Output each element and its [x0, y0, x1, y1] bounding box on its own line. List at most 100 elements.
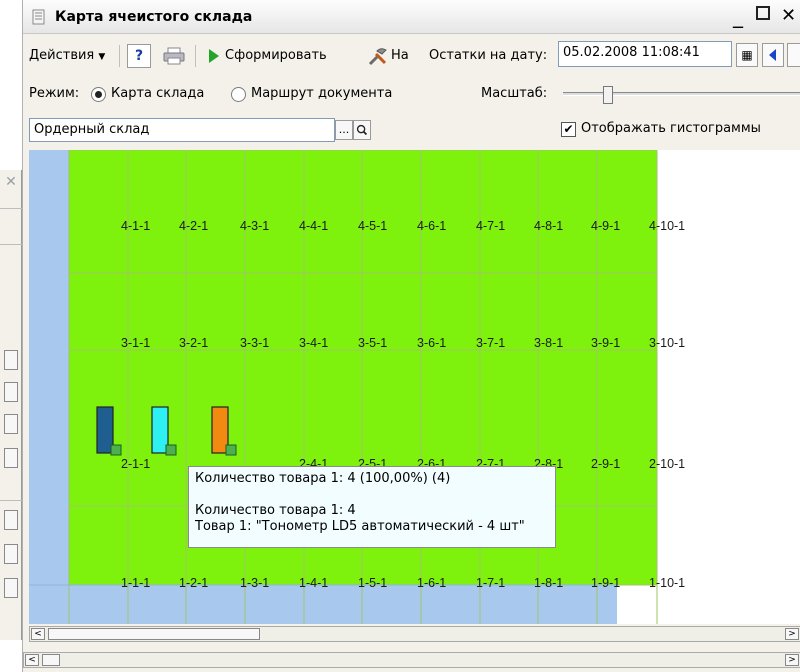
title-bar: Карта ячеистого склада _ ✕ — [23, 0, 800, 34]
tooltip-line-2: Количество товара 1: 4 — [195, 503, 356, 518]
map-cell-label: 3-3-1 — [240, 336, 269, 350]
scale-slider-track — [563, 92, 800, 96]
map-cell-label: 4-3-1 — [240, 219, 269, 233]
next-arrow-button[interactable] — [787, 43, 800, 67]
show-histograms-checkbox[interactable]: ✔ — [561, 122, 576, 137]
cell-tooltip: Количество товара 1: 4 (100,00%) (4) Кол… — [188, 466, 556, 548]
map-cell-label: 1-4-1 — [299, 576, 328, 590]
map-cell-label: 1-9-1 — [591, 576, 620, 590]
box-icon — [165, 444, 177, 456]
map-cell-label: 3-5-1 — [358, 336, 387, 350]
map-cell-label: 4-2-1 — [179, 219, 208, 233]
scroll-left-icon[interactable]: < — [31, 628, 45, 640]
background-button[interactable] — [4, 578, 18, 598]
form-button[interactable]: Сформировать — [225, 44, 327, 68]
toolbar-separator — [195, 45, 196, 67]
scale-slider[interactable] — [563, 86, 800, 104]
toolbar: Действия ▼ ? Сформировать На Остатки на … — [23, 36, 800, 76]
mode-label: Режим: — [29, 86, 80, 101]
map-cell-label: 3-1-1 — [121, 336, 150, 350]
map-cell-label: 1-8-1 — [534, 576, 563, 590]
balance-date-field[interactable]: 05.02.2008 11:08:41 — [558, 41, 732, 67]
play-icon — [209, 49, 219, 63]
map-cell-label: 1-6-1 — [417, 576, 446, 590]
background-divider — [0, 244, 22, 245]
close-button[interactable]: ✕ — [781, 5, 796, 26]
window-icon — [32, 9, 45, 25]
map-cell-label: 1-2-1 — [179, 576, 208, 590]
box-icon — [225, 444, 237, 456]
mode-route-radio[interactable] — [231, 87, 246, 102]
warehouse-select-button[interactable]: ... — [335, 120, 353, 140]
scroll-thumb[interactable] — [42, 654, 60, 666]
tooltip-spacer — [195, 487, 549, 503]
background-button[interactable] — [4, 510, 18, 530]
map-cell-label: 1-3-1 — [240, 576, 269, 590]
map-cell-label: 3-2-1 — [179, 336, 208, 350]
minimize-button[interactable]: _ — [733, 4, 743, 28]
previous-arrow-button[interactable] — [762, 43, 784, 67]
show-histograms-label[interactable]: Отображать гистограммы — [581, 121, 761, 136]
map-cell-label: 1-7-1 — [476, 576, 505, 590]
map-cell-label: 4-5-1 — [358, 219, 387, 233]
background-button[interactable] — [4, 448, 18, 468]
print-icon[interactable] — [163, 47, 185, 65]
map-cell-label: 3-10-1 — [649, 336, 685, 350]
window-title: Карта ячеистого склада — [55, 9, 253, 25]
warehouse-row: Ордерный склад ... ✔ Отображать гистогра… — [23, 118, 800, 144]
balance-date-label: Остатки на дату: — [429, 48, 548, 63]
window-horizontal-scrollbar[interactable]: < > — [23, 652, 800, 668]
map-cell-label: 4-8-1 — [534, 219, 563, 233]
background-window: ✕ — [0, 170, 22, 640]
map-cell-label: 3-8-1 — [534, 336, 563, 350]
background-close-icon[interactable]: ✕ — [3, 174, 19, 190]
map-horizontal-scrollbar[interactable]: < > — [29, 626, 800, 642]
scroll-thumb[interactable] — [48, 628, 260, 640]
search-icon[interactable] — [353, 120, 371, 140]
scroll-left-icon[interactable]: < — [25, 654, 39, 666]
tooltip-line-1: Количество товара 1: 4 (100,00%) (4) — [195, 471, 451, 486]
map-cell-label: 2-9-1 — [591, 457, 620, 471]
mode-route-label[interactable]: Маршрут документа — [251, 86, 392, 101]
na-button[interactable]: На — [391, 44, 409, 68]
mode-map-radio[interactable] — [91, 87, 106, 102]
map-cell-label: 2-10-1 — [649, 457, 685, 471]
maximize-button[interactable] — [756, 6, 770, 20]
map-cell-label: 3-4-1 — [299, 336, 328, 350]
scroll-right-icon[interactable]: > — [785, 628, 799, 640]
scroll-right-icon[interactable]: > — [785, 654, 799, 666]
map-cell-label: 3-6-1 — [417, 336, 446, 350]
mode-row: Режим: Карта склада Маршрут документа Ма… — [23, 82, 800, 108]
background-button[interactable] — [4, 544, 18, 564]
scale-label: Масштаб: — [481, 86, 548, 101]
toolbar-separator — [119, 45, 120, 67]
calendar-icon[interactable]: ▦ — [736, 43, 758, 67]
background-button[interactable] — [4, 350, 18, 370]
map-cell-label: 2-1-1 — [121, 457, 150, 471]
background-button[interactable] — [4, 414, 18, 434]
map-cell-label: 1-1-1 — [121, 576, 150, 590]
map-cell-label: 4-4-1 — [299, 219, 328, 233]
warehouse-map[interactable]: 4-1-1 4-2-1 4-3-1 4-4-1 4-5-1 4-6-1 4-7-1 4-8-1… — [29, 150, 800, 624]
mode-map-label[interactable]: Карта склада — [111, 86, 204, 101]
warehouse-map-canvas[interactable]: 4-1-1 4-2-1 4-3-1 4-4-1 4-5-1 4-6-1 4-7-1 4-8-1… — [29, 150, 800, 624]
background-divider — [0, 500, 22, 501]
map-cell-label: 4-7-1 — [476, 219, 505, 233]
background-divider — [0, 208, 22, 209]
scale-slider-thumb[interactable] — [603, 86, 613, 104]
map-cell-label: 3-9-1 — [591, 336, 620, 350]
actions-menu-button[interactable]: Действия ▼ — [29, 44, 105, 68]
map-cell-label: 1-10-1 — [649, 576, 685, 590]
tooltip-line-3: Товар 1: "Тонометр LD5 автоматический - … — [195, 519, 525, 534]
map-cell-label: 4-9-1 — [591, 219, 620, 233]
map-cell-label: 4-1-1 — [121, 219, 150, 233]
background-button[interactable] — [4, 382, 18, 402]
tools-icon[interactable] — [367, 45, 389, 67]
warehouse-map-window: Карта ячеистого склада _ ✕ Действия ▼ ? … — [22, 0, 800, 672]
help-button[interactable]: ? — [127, 44, 151, 68]
map-cell-label: 4-10-1 — [649, 219, 685, 233]
map-cell-label: 1-5-1 — [358, 576, 387, 590]
warehouse-field[interactable]: Ордерный склад — [29, 118, 335, 142]
map-cell-label: 3-7-1 — [476, 336, 505, 350]
box-icon — [110, 444, 122, 456]
